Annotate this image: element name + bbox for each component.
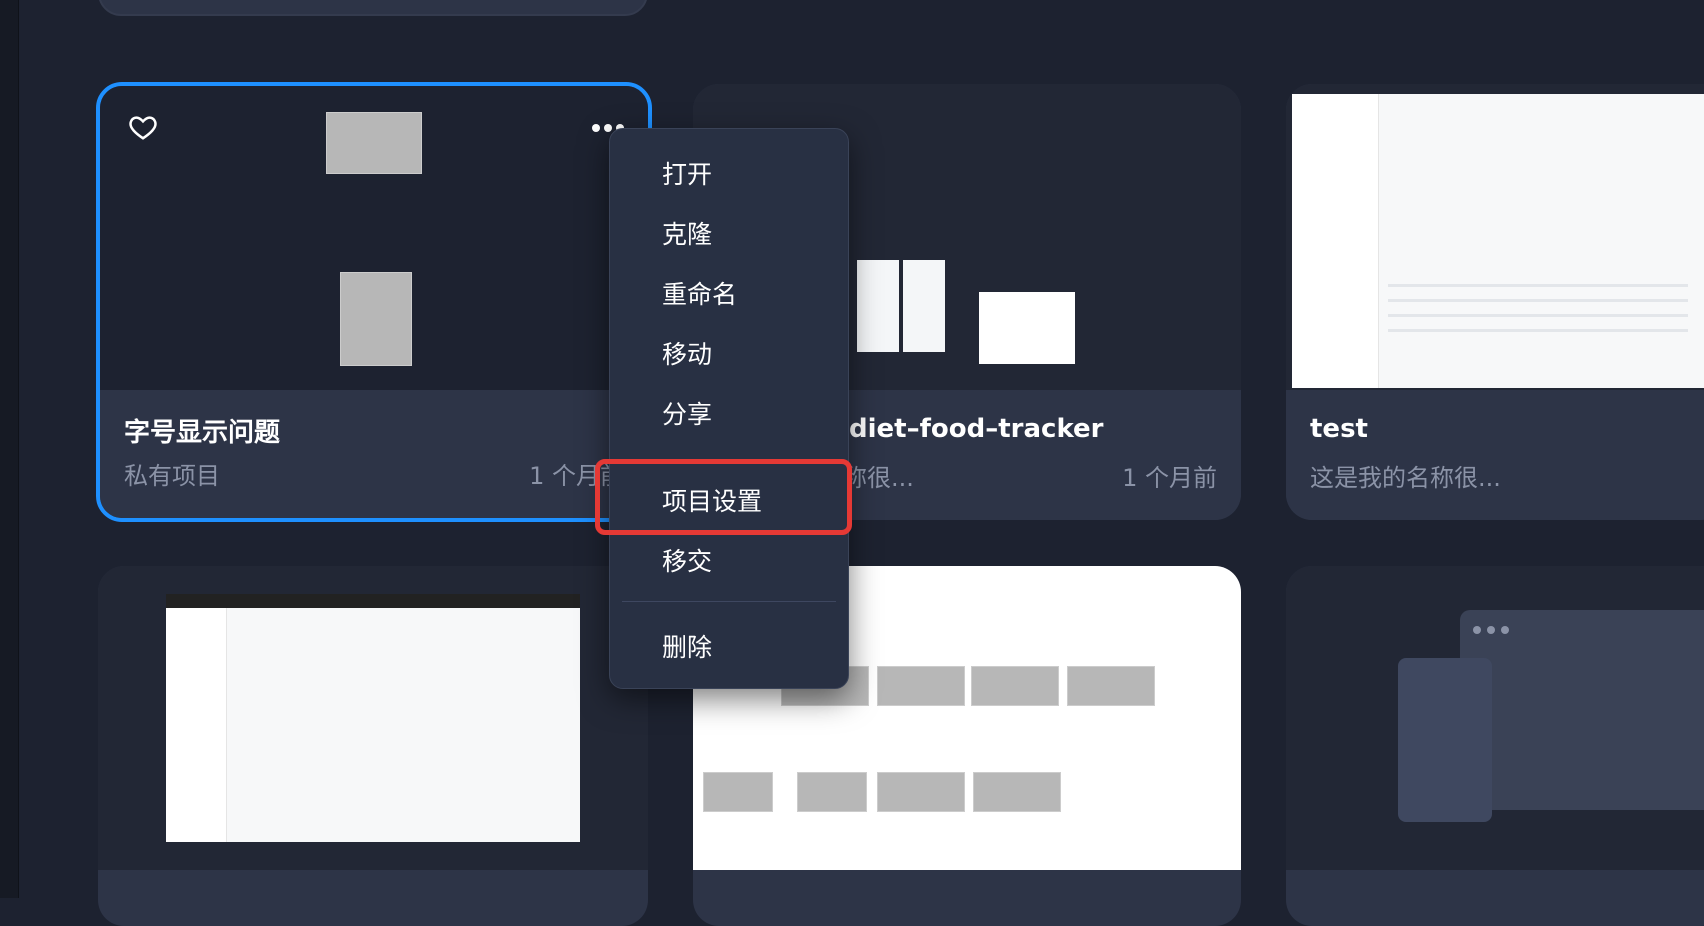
thumb-row	[1388, 329, 1688, 332]
card-thumbnail	[1286, 566, 1704, 870]
heart-icon[interactable]	[128, 112, 158, 142]
thumb-row	[1388, 299, 1688, 302]
project-card-4[interactable]	[98, 566, 648, 926]
card-title: test	[1310, 414, 1368, 444]
card-thumbnail	[98, 566, 648, 870]
thumb-frame	[703, 772, 773, 812]
menu-divider	[622, 601, 836, 602]
thumb-frame	[979, 292, 1075, 364]
card-subtitle: 这是我的名称很...	[1310, 464, 1501, 492]
card-thumbnail	[1286, 84, 1704, 390]
menu-item-open[interactable]: 打开	[662, 155, 712, 191]
thumb-row	[1388, 314, 1688, 317]
project-card-6[interactable]	[1286, 566, 1704, 926]
thumb-row	[1388, 284, 1688, 287]
thumb-sidebar	[166, 608, 227, 842]
thumb-window	[1460, 610, 1704, 810]
context-menu: 打开 克隆 重命名 移动 分享 项目设置 移交 删除	[609, 128, 849, 689]
card-thumbnail	[100, 86, 648, 390]
highlight-box	[595, 459, 852, 535]
thumb-screenshot	[1292, 94, 1704, 388]
thumb-sidebar	[1292, 94, 1379, 388]
thumb-frame	[971, 666, 1059, 706]
thumb-frame	[973, 772, 1061, 812]
menu-item-clone[interactable]: 克隆	[662, 215, 712, 251]
thumb-phone	[1398, 658, 1492, 822]
card-info: 字号显示问题 私有项目 1 个月前	[100, 390, 648, 518]
window-dots-icon	[1472, 620, 1516, 639]
menu-item-delete[interactable]: 删除	[662, 628, 712, 664]
card-title: 字号显示问题	[124, 418, 281, 448]
card-subtitle: 称很...	[843, 464, 914, 492]
thumb-frame	[797, 772, 867, 812]
card-info: test 这是我的名称很...	[1286, 390, 1704, 520]
thumb-topbar	[166, 594, 580, 608]
thumb-phone-2	[903, 260, 945, 352]
menu-item-share[interactable]: 分享	[662, 395, 712, 431]
menu-item-rename[interactable]: 重命名	[662, 275, 737, 311]
thumb-frame	[877, 666, 965, 706]
menu-item-move[interactable]: 移动	[662, 335, 712, 371]
left-rail	[0, 0, 19, 898]
thumb-screenshot	[166, 594, 580, 842]
card-time: 1 个月前	[1122, 464, 1217, 492]
card-subtitle: 私有项目	[124, 462, 220, 490]
thumb-frame	[877, 772, 965, 812]
card-top-partial[interactable]	[98, 0, 648, 16]
thumb-frame-2	[340, 272, 412, 366]
thumb-frame-1	[326, 112, 422, 174]
thumb-frame	[1067, 666, 1155, 706]
project-card-3[interactable]: test 这是我的名称很...	[1286, 84, 1704, 520]
menu-item-transfer[interactable]: 移交	[662, 542, 712, 578]
card-title: diet–food–tracker	[849, 414, 1104, 444]
project-card-1[interactable]: 字号显示问题 私有项目 1 个月前	[96, 82, 652, 522]
thumb-phone-1	[857, 260, 899, 352]
